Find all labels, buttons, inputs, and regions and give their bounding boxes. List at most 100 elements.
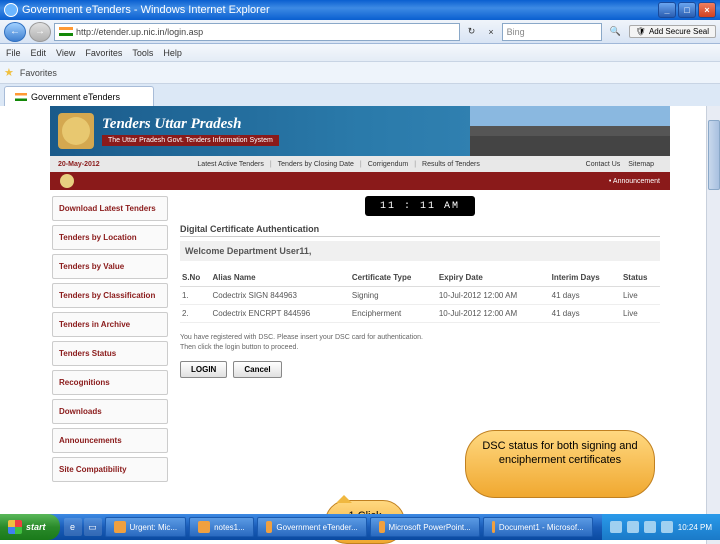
address-input[interactable]: http://etender.up.nic.in/login.asp [54,23,460,41]
stop-button[interactable]: × [483,24,498,40]
menu-favorites[interactable]: Favorites [85,48,122,58]
nav-contact[interactable]: Contact Us [586,161,621,168]
taskbar-item[interactable]: notes1... [189,517,254,537]
address-bar: ← → http://etender.up.nic.in/login.asp ↻… [0,20,720,44]
sidebar-item[interactable]: Tenders in Archive [52,312,168,337]
taskbar-item[interactable]: Microsoft PowerPoint... [370,517,480,537]
ql-desktop-icon[interactable]: ▭ [84,518,102,536]
sidebar-item[interactable]: Tenders by Location [52,225,168,250]
nav-sitemap[interactable]: Sitemap [628,161,654,168]
sidebar-item[interactable]: Downloads [52,399,168,424]
emblem-icon [58,113,94,149]
nav-link[interactable]: Corrigendum [368,161,408,168]
taskbar: start e ▭ Urgent: Mic... notes1... Gover… [0,514,720,540]
tab-flag-icon [15,93,27,101]
search-input[interactable]: Bing [502,23,602,41]
nav-link[interactable]: Latest Active Tenders [197,161,263,168]
sidebar-item[interactable]: Tenders Status [52,341,168,366]
tray-icon[interactable] [627,521,639,533]
section-title: Digital Certificate Authentication [180,224,660,237]
menu-bar: File Edit View Favorites Tools Help [0,44,720,62]
th-sno: S.No [180,269,210,287]
browser-tab[interactable]: Government eTenders [4,86,154,106]
callout-dsc-status: DSC status for both signing and encipher… [465,430,655,498]
search-button[interactable]: 🔍 [605,23,626,40]
windows-logo-icon [8,520,22,534]
main-panel: 11 : 11 AM Digital Certificate Authentic… [170,190,670,488]
app-icon [198,521,210,533]
quick-launch: e ▭ [64,518,102,536]
maximize-button[interactable]: □ [678,2,696,18]
tab-label: Government eTenders [31,92,120,102]
back-button[interactable]: ← [4,22,26,42]
ie-icon [4,3,18,17]
sidebar-item[interactable]: Recognitions [52,370,168,395]
login-button[interactable]: LOGIN [180,361,227,378]
announcement-bar: • Announcement [50,172,670,190]
favorites-bar: ★ Favorites [0,62,720,84]
window-title: Government eTenders - Windows Internet E… [22,4,656,16]
th-expiry: Expiry Date [437,269,550,287]
tray-volume-icon[interactable] [661,521,673,533]
star-icon[interactable]: ★ [4,66,14,79]
menu-view[interactable]: View [56,48,75,58]
menu-file[interactable]: File [6,48,21,58]
minimize-button[interactable]: _ [658,2,676,18]
taskbar-item[interactable]: Government eTender... [257,517,367,537]
ticker-text: • Announcement [609,178,660,185]
th-interim: Interim Days [550,269,621,287]
th-alias: Alias Name [210,269,349,287]
refresh-button[interactable]: ↻ [463,23,481,40]
banner-subtitle: The Uttar Pradesh Govt. Tenders Informat… [102,135,279,146]
tray-clock[interactable]: 10:24 PM [678,523,712,532]
scrollbar-vertical[interactable] [706,106,720,544]
menu-help[interactable]: Help [163,48,182,58]
taskbar-item[interactable]: Document1 - Microsof... [483,517,593,537]
sidebar-item[interactable]: Tenders by Classification [52,283,168,308]
url-text: http://etender.up.nic.in/login.asp [76,27,203,37]
clock-display: 11 : 11 AM [365,196,475,216]
th-type: Certificate Type [350,269,437,287]
sidebar: Download Latest Tenders Tenders by Locat… [50,190,170,488]
tray-icon[interactable] [644,521,656,533]
notice-text: You have registered with DSC. Please ins… [180,333,660,353]
welcome-text: Welcome Department User11, [180,241,660,261]
nav-date: 20-May-2012 [58,161,100,168]
nav-link[interactable]: Results of Tenders [422,161,480,168]
tray-icon[interactable] [610,521,622,533]
menu-tools[interactable]: Tools [132,48,153,58]
ql-ie-icon[interactable]: e [64,518,82,536]
window-titlebar: Government eTenders - Windows Internet E… [0,0,720,20]
app-icon [379,521,385,533]
banner-image [470,106,670,156]
close-button[interactable]: × [698,2,716,18]
site-banner: Tenders Uttar Pradesh The Uttar Pradesh … [50,106,670,156]
sidebar-item[interactable]: Download Latest Tenders [52,196,168,221]
sidebar-item[interactable]: Tenders by Value [52,254,168,279]
start-button[interactable]: start [0,514,60,540]
table-row: 1. Codectrix SIGN 844963 Signing 10-Jul-… [180,287,660,305]
scrollbar-thumb[interactable] [708,120,720,190]
forward-button[interactable]: → [29,22,51,42]
table-row: 2. Codectrix ENCRPT 844596 Encipherment … [180,305,660,323]
th-status: Status [621,269,660,287]
app-icon [114,521,126,533]
taskbar-item[interactable]: Urgent: Mic... [105,517,187,537]
page-content: Tenders Uttar Pradesh The Uttar Pradesh … [0,106,720,544]
nav-strip: 20-May-2012 Latest Active Tenders| Tende… [50,156,670,172]
sidebar-item[interactable]: Announcements [52,428,168,453]
app-icon [492,521,495,533]
menu-edit[interactable]: Edit [31,48,47,58]
security-badge[interactable]: 🛡Add Secure Seal [629,25,716,38]
certificates-table: S.No Alias Name Certificate Type Expiry … [180,269,660,323]
site-flag-icon [59,27,73,36]
banner-title: Tenders Uttar Pradesh [102,116,279,133]
cancel-button[interactable]: Cancel [233,361,281,378]
sidebar-item[interactable]: Site Compatibility [52,457,168,482]
announce-icon [60,174,74,188]
nav-link[interactable]: Tenders by Closing Date [278,161,354,168]
system-tray: 10:24 PM [602,514,720,540]
favorites-label[interactable]: Favorites [20,68,57,78]
app-icon [266,521,273,533]
tab-bar: Government eTenders [0,84,720,106]
